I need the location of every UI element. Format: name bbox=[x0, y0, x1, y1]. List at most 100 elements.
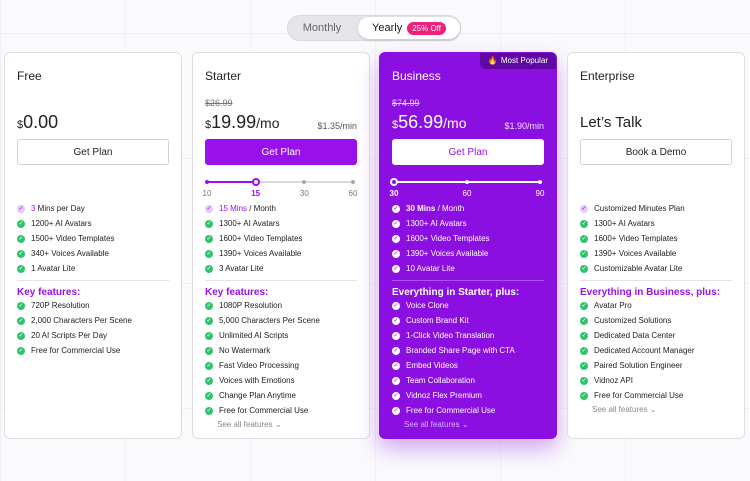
key-features-title: Everything in Starter, plus: bbox=[392, 287, 520, 298]
check-icon: ✓ bbox=[392, 204, 400, 213]
check-icon: ✓ bbox=[580, 264, 588, 273]
check-icon: ✓ bbox=[205, 406, 213, 415]
get-plan-button[interactable]: Get Plan bbox=[205, 139, 357, 165]
feature-label: 1200+ AI Avatars bbox=[31, 219, 92, 228]
get-plan-button[interactable]: Get Plan bbox=[392, 139, 544, 165]
slider-handle[interactable] bbox=[251, 178, 260, 186]
check-icon: ✓ bbox=[205, 361, 213, 370]
key-feature-label: Dedicated Account Manager bbox=[594, 346, 695, 355]
check-icon: ✓ bbox=[580, 204, 588, 213]
feature-item: ✓ Customizable Avatar Lite bbox=[580, 261, 736, 276]
check-icon: ✓ bbox=[580, 346, 588, 355]
feature-item: ✓ 30 Mins / Month bbox=[392, 201, 548, 216]
key-feature-item: ✓ Paired Solution Engineer bbox=[580, 358, 736, 373]
key-feature-list: ✓ 720P Resolution ✓ 2,000 Characters Per Sc… bbox=[17, 298, 173, 358]
slider-handle[interactable] bbox=[390, 178, 398, 186]
see-all-label: See all features bbox=[404, 420, 460, 429]
feature-text: 1390+ Voices Available bbox=[594, 249, 676, 258]
key-feature-label: 720P Resolution bbox=[31, 301, 90, 310]
key-feature-list: ✓ Voice Clone ✓ Custom Brand Kit ✓ 1-Click Vi… bbox=[392, 298, 548, 418]
slider-tick[interactable] bbox=[302, 180, 307, 184]
key-feature-item: ✓ Fast Video Processing bbox=[205, 358, 361, 373]
check-icon: ✓ bbox=[392, 219, 400, 228]
feature-item: ✓ 1600+ Video Templates bbox=[205, 231, 361, 246]
feature-list: ✓ 30 Mins / Month ✓ 1300+ AI Avatars ✓ 1600+ … bbox=[392, 201, 548, 276]
slider-label: 60 bbox=[462, 189, 472, 198]
key-feature-item: ✓ Team Collaboration bbox=[392, 373, 548, 388]
feature-item: ✓ 1300+ AI Avatars bbox=[205, 216, 361, 231]
slider-tick[interactable] bbox=[351, 180, 355, 184]
divider bbox=[392, 280, 544, 281]
key-feature-label: Change Plan Anytime bbox=[219, 391, 296, 400]
see-all-features-link[interactable]: See all features ⌄ bbox=[592, 405, 657, 414]
toggle-yearly[interactable]: Yearly 25% Off bbox=[358, 17, 460, 39]
key-feature-item: ✓ Dedicated Data Center bbox=[580, 328, 736, 343]
feature-text: 1300+ AI Avatars bbox=[219, 219, 280, 228]
key-feature-item: ✓ 720P Resolution bbox=[17, 298, 173, 313]
slider-fill bbox=[207, 181, 256, 183]
feature-item: ✓ 1 Avatar Lite bbox=[17, 261, 173, 276]
see-all-features-link[interactable]: See all features ⌄ bbox=[217, 420, 282, 429]
lets-talk-headline: Let’s Talk bbox=[580, 114, 642, 131]
price-period: /mo bbox=[443, 115, 467, 131]
key-feature-label: Custom Brand Kit bbox=[406, 316, 469, 325]
check-icon: ✓ bbox=[17, 249, 25, 258]
key-feature-label: Paired Solution Engineer bbox=[594, 361, 683, 370]
slider-tick[interactable] bbox=[465, 180, 469, 184]
key-feature-label: 2,000 Characters Per Scene bbox=[31, 316, 132, 325]
feature-item: ✓ 1300+ AI Avatars bbox=[580, 216, 736, 231]
key-feature-label: 1080P Resolution bbox=[219, 301, 283, 310]
feature-label: 1600+ Video Templates bbox=[406, 234, 490, 243]
check-icon: ✓ bbox=[17, 316, 25, 325]
check-icon: ✓ bbox=[392, 316, 400, 325]
plan-price: $56.99/mo bbox=[392, 112, 467, 133]
toggle-monthly[interactable]: Monthly bbox=[288, 16, 356, 40]
key-feature-label: Vidnoz Flex Premium bbox=[406, 391, 482, 400]
key-feature-label: Free for Commercial Use bbox=[406, 406, 496, 415]
key-feature-item: ✓ Free for Commercial Use bbox=[580, 388, 736, 403]
key-feature-item: ✓ 20 AI Scripts Per Day bbox=[17, 328, 173, 343]
key-feature-label: Customized Solutions bbox=[594, 316, 672, 325]
feature-item: ✓ Customized Minutes Plan bbox=[580, 201, 736, 216]
plan-name: Business bbox=[392, 69, 441, 83]
discount-badge: 25% Off bbox=[407, 21, 446, 35]
key-features-title: Key features: bbox=[17, 287, 81, 298]
key-feature-label: Free for Commercial Use bbox=[219, 406, 309, 415]
see-all-features-link[interactable]: See all features ⌄ bbox=[404, 420, 469, 429]
check-icon: ✓ bbox=[580, 234, 588, 243]
feature-label: / Month bbox=[247, 204, 276, 213]
check-icon: ✓ bbox=[205, 219, 213, 228]
feature-text: 1 Avatar Lite bbox=[31, 264, 75, 273]
get-plan-button[interactable]: Get Plan bbox=[17, 139, 169, 165]
slider-tick[interactable] bbox=[205, 180, 209, 184]
minutes-slider[interactable]: 30 60 90 bbox=[390, 177, 544, 201]
key-feature-item: ✓ 1-Click Video Translation bbox=[392, 328, 548, 343]
feature-item: ✓ 15 Mins / Month bbox=[205, 201, 361, 216]
plan-card-free: Free $0.00 Get Plan ✓ 3 Mins per Day ✓ 1200… bbox=[4, 52, 182, 439]
check-icon: ✓ bbox=[205, 316, 213, 325]
feature-item: ✓ 3 Mins per Day bbox=[17, 201, 173, 216]
key-feature-item: ✓ Voice Clone bbox=[392, 298, 548, 313]
feature-text: 1300+ AI Avatars bbox=[406, 219, 467, 228]
check-icon: ✓ bbox=[17, 346, 25, 355]
check-icon: ✓ bbox=[17, 264, 25, 273]
feature-text: 15 Mins / Month bbox=[219, 204, 276, 213]
feature-item: ✓ 1390+ Voices Available bbox=[392, 246, 548, 261]
slider-tick[interactable] bbox=[538, 180, 542, 184]
feature-text: 1200+ AI Avatars bbox=[31, 219, 92, 228]
minutes-slider[interactable]: 10 15 30 60 bbox=[203, 177, 357, 201]
price-amount: 19.99 bbox=[211, 112, 257, 132]
book-demo-button[interactable]: Book a Demo bbox=[580, 139, 732, 165]
key-feature-item: ✓ Free for Commercial Use bbox=[392, 403, 548, 418]
key-feature-label: Free for Commercial Use bbox=[31, 346, 121, 355]
key-feature-label: 20 AI Scripts Per Day bbox=[31, 331, 108, 340]
plan-name: Free bbox=[17, 69, 42, 83]
key-feature-item: ✓ 1080P Resolution bbox=[205, 298, 361, 313]
key-feature-item: ✓ Unlimited AI Scripts bbox=[205, 328, 361, 343]
check-icon: ✓ bbox=[392, 331, 400, 340]
feature-item: ✓ 1500+ Video Templates bbox=[17, 231, 173, 246]
key-feature-list: ✓ 1080P Resolution ✓ 5,000 Characters Per S… bbox=[205, 298, 361, 418]
slider-label: 30 bbox=[299, 189, 309, 198]
billing-toggle[interactable]: Monthly Yearly 25% Off bbox=[287, 15, 461, 41]
check-icon: ✓ bbox=[205, 391, 213, 400]
